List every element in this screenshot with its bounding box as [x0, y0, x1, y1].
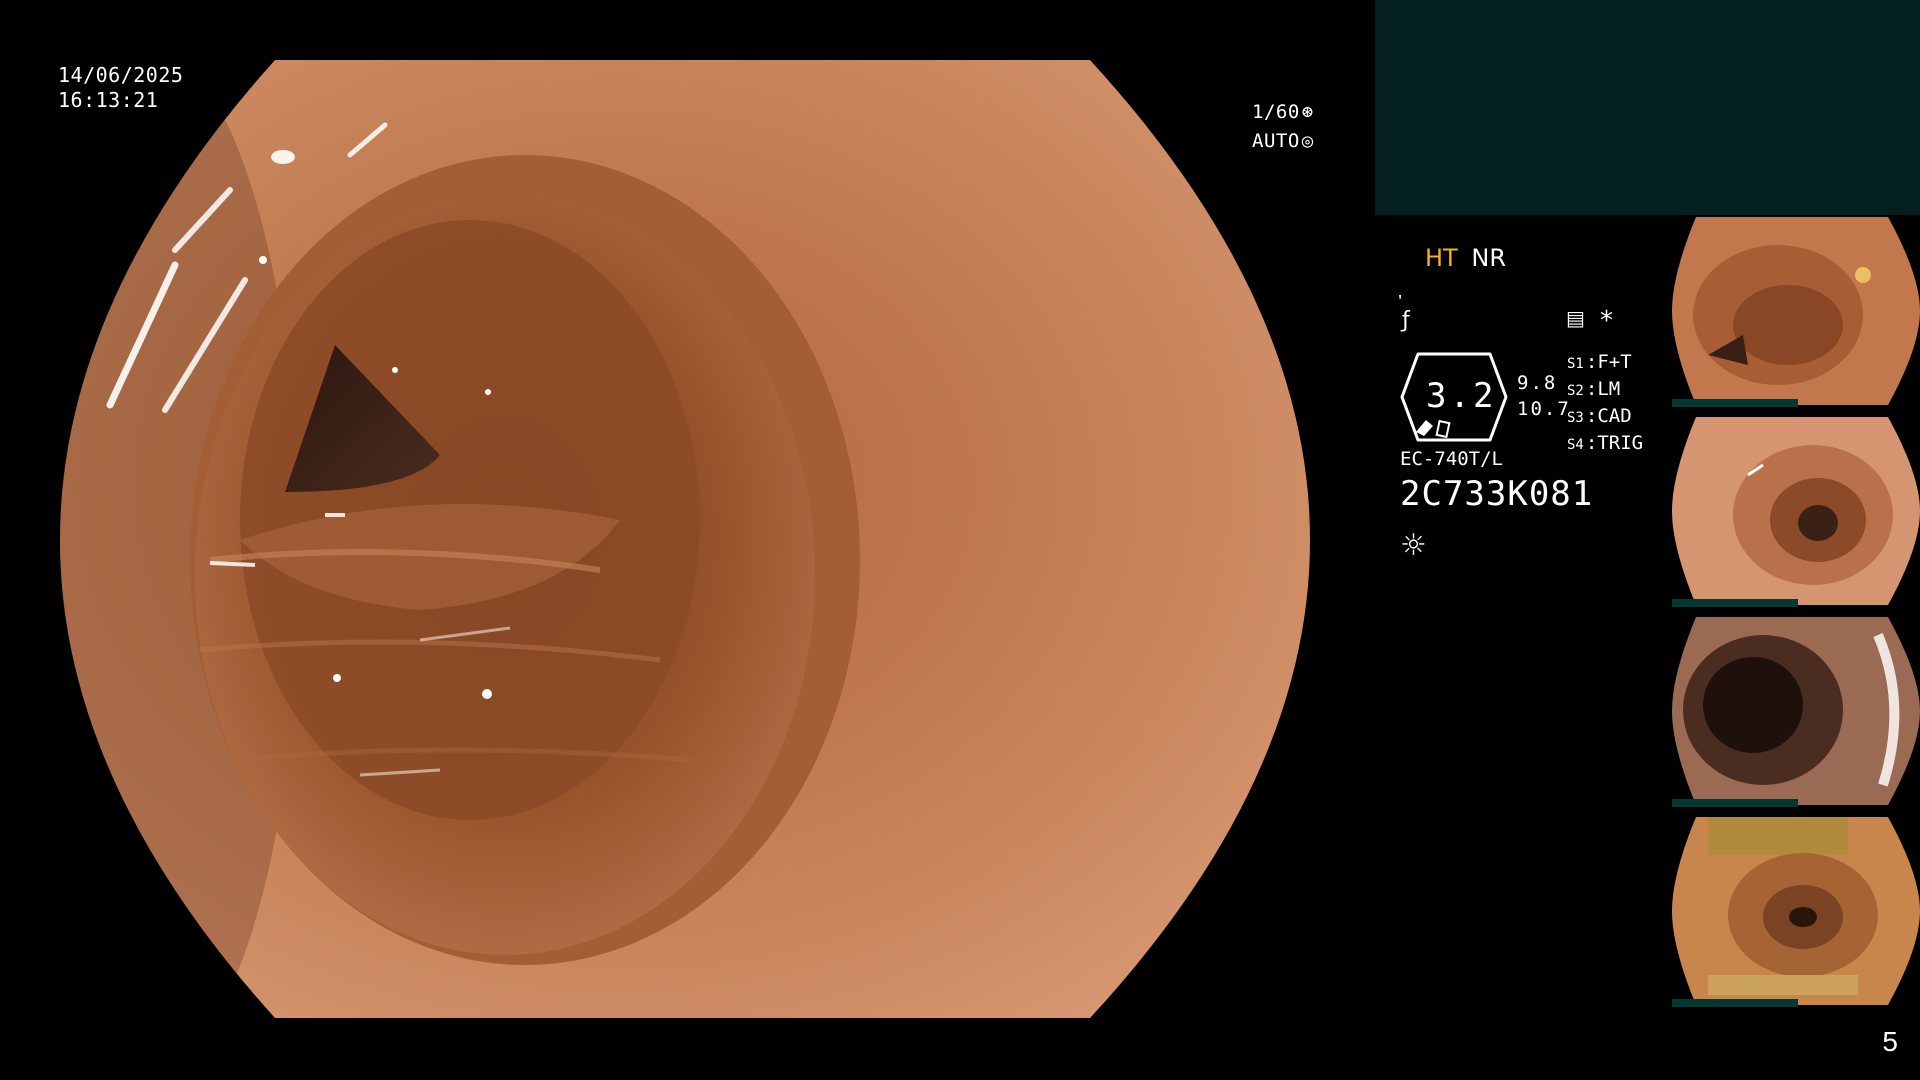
exposure-label: AUTO — [1252, 130, 1300, 152]
switch-item: S2:LM — [1567, 378, 1621, 400]
color-mode-icon: ƒ — [1402, 308, 1410, 333]
iris-icon: ◎ — [1301, 130, 1314, 152]
thumbnail-bar — [1672, 999, 1798, 1007]
time-label: 16:13:21 — [58, 88, 159, 112]
endoscope-main-view: 14/06/2025 16:13:21 1/60 ⊛ AUTO ◎ — [0, 0, 1370, 1080]
thumbnail-2[interactable] — [1668, 415, 1920, 607]
date-label: 14/06/2025 — [58, 63, 184, 87]
scope-serial-label: 2C733K081 — [1400, 474, 1594, 514]
side-value-2: 10.7 — [1517, 398, 1571, 420]
memory-card-icon: ▤ — [1566, 306, 1585, 330]
switch-assignments: S1:F+T S2:LM S3:CAD S4:TRIG — [1567, 350, 1643, 458]
shutter-label: 1/60 — [1252, 101, 1300, 123]
thumbnail-bar — [1672, 799, 1798, 807]
switch-item: S4:TRIG — [1567, 432, 1644, 454]
datetime-readout: 14/06/2025 16:13:21 — [58, 63, 183, 113]
capture-thumbnails — [1668, 215, 1920, 1020]
switch-item: S1:F+T — [1567, 351, 1632, 373]
endoscope-image — [60, 60, 1310, 1018]
mode-ht-label: HT — [1425, 244, 1458, 272]
thumbnail-bar — [1672, 399, 1798, 407]
asterisk-icon: * — [1600, 306, 1613, 336]
side-value-1: 9.8 — [1517, 372, 1558, 394]
pip-placeholder-panel — [1375, 0, 1920, 215]
zoom-value: 3.2 — [1426, 376, 1497, 416]
thumbnail-bar — [1672, 599, 1798, 607]
switch-item: S3:CAD — [1567, 405, 1632, 427]
mode-indicator: HT NR — [1425, 244, 1506, 272]
light-icon: ☼ — [1400, 528, 1427, 563]
mode-nr-label: NR — [1471, 244, 1506, 272]
zoom-side-values: 9.8 10.7 — [1517, 370, 1571, 422]
thumbnail-4[interactable] — [1668, 815, 1920, 1007]
thumbnail-1[interactable] — [1668, 215, 1920, 407]
exposure-readout: 1/60 ⊛ AUTO ◎ — [1252, 98, 1314, 156]
page-number: 5 — [1882, 1026, 1898, 1057]
scope-status-panel: HT NR ᡃ ƒ ▤ * 3.2 9.8 10.7 S1:F+T S2:LM … — [1400, 240, 1670, 580]
shutter-icon: ⊛ — [1301, 101, 1314, 123]
scope-model-label: EC-740T/L — [1400, 448, 1503, 470]
thumbnail-3[interactable] — [1668, 615, 1920, 807]
